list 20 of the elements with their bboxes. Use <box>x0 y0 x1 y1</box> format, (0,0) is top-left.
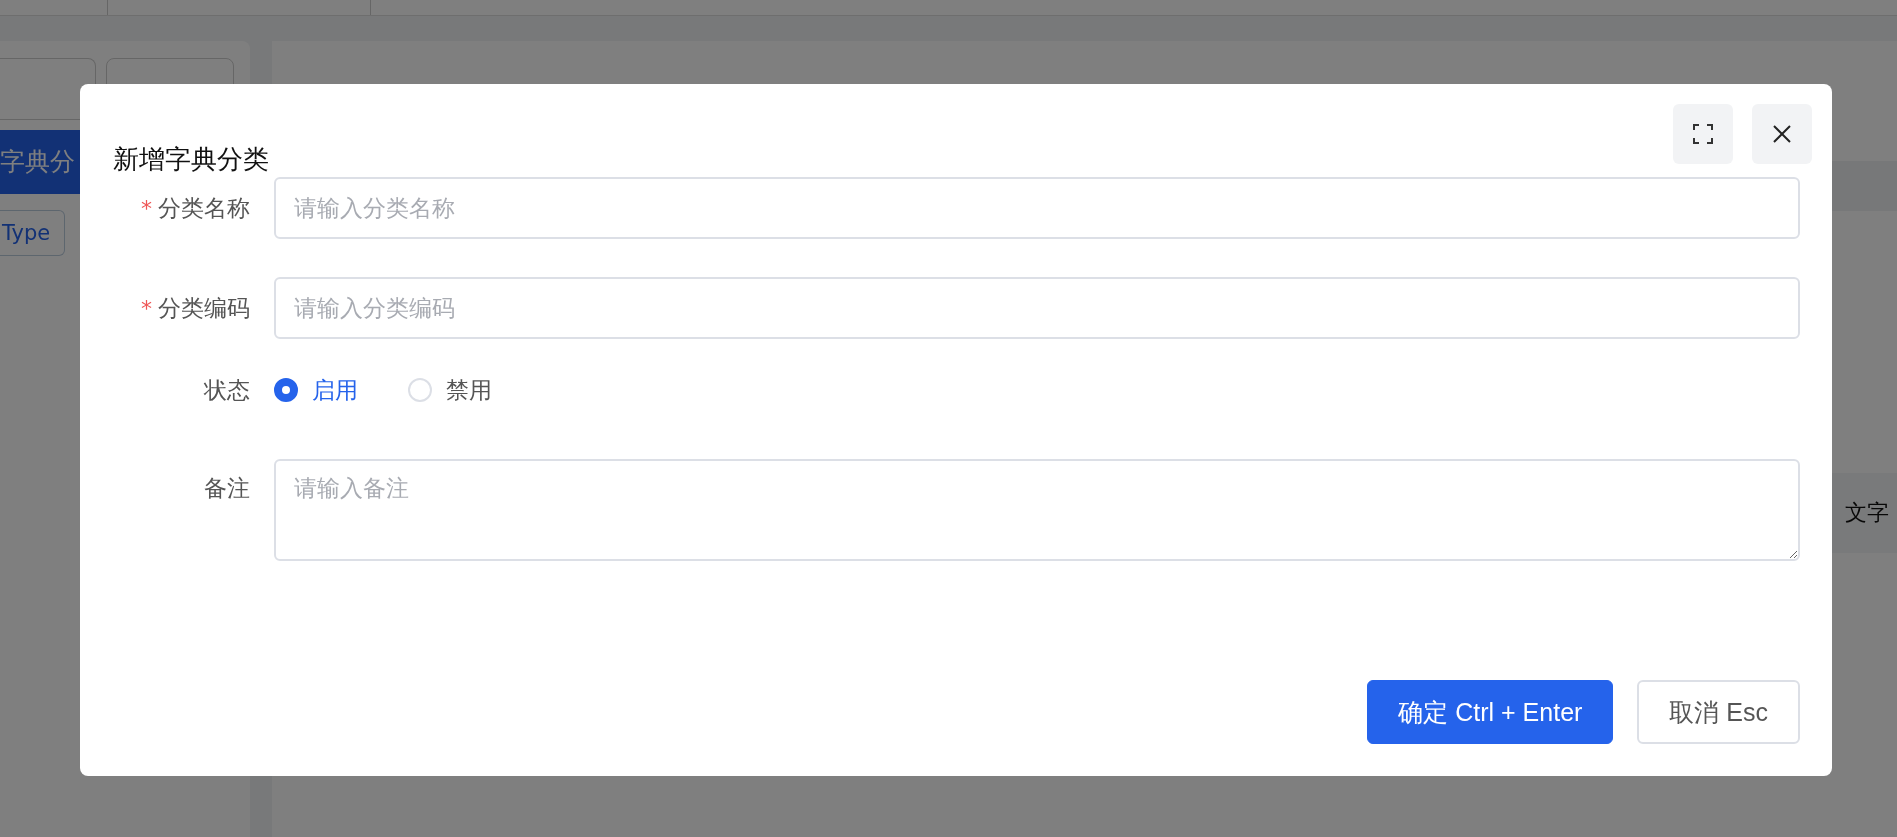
close-icon <box>1771 123 1793 145</box>
field-label: 状态 <box>204 375 250 405</box>
radio-option[interactable]: 启用 <box>274 374 358 406</box>
confirm-button[interactable]: 确定 Ctrl + Enter <box>1367 680 1614 744</box>
fullscreen-icon <box>1692 123 1714 145</box>
field-label: 分类编码 <box>158 293 250 323</box>
dialog-title: 新增字典分类 <box>113 146 269 172</box>
input-field[interactable]: 请输入分类编码 <box>274 277 1800 339</box>
required-mark: * <box>141 195 152 221</box>
radio-option[interactable]: 禁用 <box>408 374 492 406</box>
close-button[interactable] <box>1752 104 1812 164</box>
input-field[interactable]: 请输入分类名称 <box>274 177 1800 239</box>
type-tag[interactable]: Type <box>0 210 65 256</box>
fullscreen-button[interactable] <box>1673 104 1733 164</box>
column-header: 文字 <box>1845 499 1889 527</box>
remarks-field[interactable]: 请输入备注 <box>274 459 1800 561</box>
required-mark: * <box>141 295 152 321</box>
field-label: 备注 <box>204 474 250 503</box>
cancel-button[interactable]: 取消 Esc <box>1637 680 1800 744</box>
field-label: 分类名称 <box>158 193 250 223</box>
